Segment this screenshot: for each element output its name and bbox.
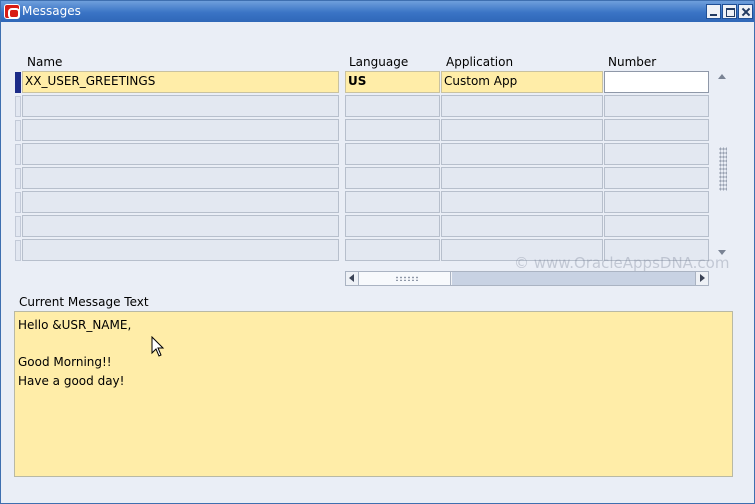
current-message-text-label: Current Message Text: [19, 295, 149, 309]
record-indicator[interactable]: [15, 192, 21, 213]
name-field[interactable]: [22, 191, 339, 213]
language-field[interactable]: [345, 239, 440, 261]
name-field[interactable]: XX_USER_GREETINGS: [22, 71, 339, 93]
name-field[interactable]: [22, 95, 339, 117]
language-field[interactable]: [345, 215, 440, 237]
language-field[interactable]: [345, 95, 440, 117]
current-message-text-field[interactable]: Hello &USR_NAME, Good Morning!! Have a g…: [14, 311, 733, 477]
number-field[interactable]: [604, 167, 709, 189]
close-icon[interactable]: [738, 4, 753, 19]
horizontal-scroll-track[interactable]: [452, 272, 695, 285]
record-indicator[interactable]: [15, 168, 21, 189]
column-header-language: Language: [349, 55, 409, 69]
column-header-number: Number: [608, 55, 657, 69]
scroll-up-icon[interactable]: [716, 71, 728, 81]
language-field[interactable]: [345, 143, 440, 165]
horizontal-scrollbar[interactable]: [345, 271, 709, 286]
record-indicator[interactable]: [15, 216, 21, 237]
name-field[interactable]: [22, 215, 339, 237]
maximize-icon[interactable]: [722, 4, 737, 19]
scroll-thumb-grip: [395, 276, 419, 281]
language-field[interactable]: [345, 167, 440, 189]
minimize-icon[interactable]: [706, 4, 721, 19]
language-field[interactable]: [345, 191, 440, 213]
record-indicator[interactable]: [15, 96, 21, 117]
number-field[interactable]: [604, 71, 709, 93]
application-field[interactable]: [441, 119, 603, 141]
mouse-pointer-icon: [151, 336, 165, 357]
oracle-logo-icon: [4, 4, 20, 19]
number-field[interactable]: [604, 215, 709, 237]
watermark: © www.OracleAppsDNA.com: [514, 254, 730, 272]
name-field[interactable]: [22, 167, 339, 189]
language-field[interactable]: [345, 119, 440, 141]
record-indicator[interactable]: [15, 120, 21, 141]
name-field[interactable]: [22, 119, 339, 141]
vertical-scroll-grip[interactable]: [719, 147, 727, 191]
language-field[interactable]: US: [345, 71, 440, 93]
number-field[interactable]: [604, 95, 709, 117]
vertical-scrollbar[interactable]: [715, 71, 729, 259]
horizontal-scroll-thumb[interactable]: [359, 272, 451, 285]
column-header-name: Name: [27, 55, 63, 69]
title-bar[interactable]: Messages: [1, 1, 754, 22]
application-field[interactable]: [441, 167, 603, 189]
scroll-right-icon[interactable]: [695, 272, 708, 285]
number-field[interactable]: [604, 191, 709, 213]
name-field[interactable]: [22, 143, 339, 165]
application-field[interactable]: [441, 95, 603, 117]
application-field[interactable]: [441, 191, 603, 213]
name-field[interactable]: [22, 239, 339, 261]
column-header-application: Application: [446, 55, 514, 69]
vertical-scroll-track[interactable]: [717, 83, 727, 246]
application-field[interactable]: [441, 143, 603, 165]
messages-window: Messages Name Language Application Numbe…: [0, 0, 755, 504]
scroll-left-icon[interactable]: [346, 272, 359, 285]
application-field[interactable]: [441, 215, 603, 237]
window-title: Messages: [22, 4, 81, 18]
record-indicator[interactable]: [15, 240, 21, 261]
record-indicator[interactable]: [15, 72, 21, 93]
number-field[interactable]: [604, 143, 709, 165]
number-field[interactable]: [604, 119, 709, 141]
record-indicator[interactable]: [15, 144, 21, 165]
application-field[interactable]: Custom App: [441, 71, 603, 93]
